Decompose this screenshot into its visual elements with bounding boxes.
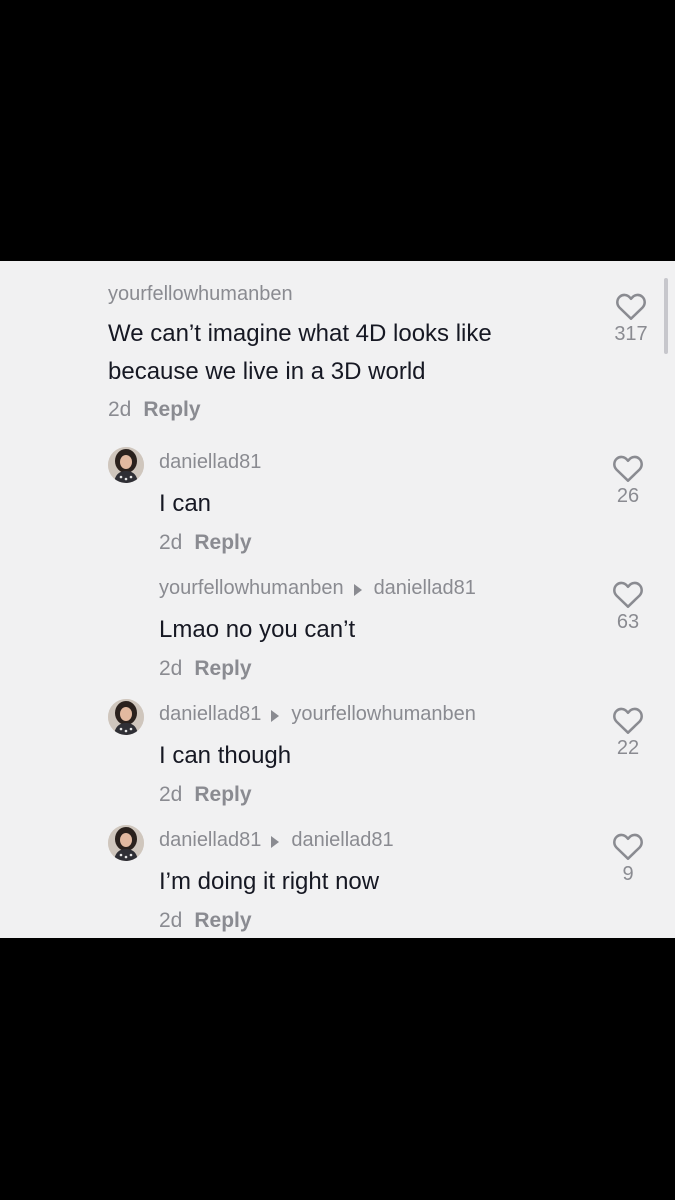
comment-username-line: yourfellowhumanben — [108, 283, 293, 306]
comment-username[interactable]: daniellad81 — [159, 829, 261, 852]
caret-right-icon — [271, 709, 280, 722]
comment-meta: 2d Reply — [159, 531, 252, 555]
comment-time: 2d — [159, 531, 183, 554]
comment-username-line: daniellad81 — [159, 451, 261, 474]
reply-button[interactable]: Reply — [194, 531, 251, 554]
like-button[interactable]: 317 — [607, 291, 655, 346]
like-button[interactable]: 26 — [604, 453, 652, 508]
comment-meta: 2d Reply — [108, 398, 201, 422]
comments-panel[interactable]: yourfellowhumanben We can’t imagine what… — [0, 261, 675, 938]
comment-text: I can — [159, 485, 211, 523]
heart-outline-icon — [613, 833, 643, 860]
comment-text: We can’t imagine what 4D looks like beca… — [108, 315, 492, 391]
reply-button[interactable]: Reply — [194, 657, 251, 680]
like-button[interactable]: 9 — [604, 831, 652, 886]
comment-text-line: We can’t imagine what 4D looks like — [108, 320, 492, 347]
comment-text: Lmao no you can’t — [159, 611, 355, 649]
avatar[interactable] — [108, 825, 144, 861]
comment-username-line: yourfellowhumanben daniellad81 — [159, 577, 476, 600]
comment-username[interactable]: daniellad81 — [159, 703, 261, 726]
comment-text-line: because we live in a 3D world — [108, 358, 426, 385]
comment-username-line: daniellad81 daniellad81 — [159, 829, 394, 852]
caret-right-icon — [353, 583, 362, 596]
like-count: 26 — [616, 485, 640, 507]
caret-right-icon — [271, 835, 280, 848]
comment-text-line: I can — [159, 490, 212, 517]
avatar[interactable] — [108, 699, 144, 735]
comment-meta: 2d Reply — [159, 783, 252, 807]
reply-button[interactable]: Reply — [194, 783, 251, 806]
comment-username-line: daniellad81 yourfellowhumanben — [159, 703, 476, 726]
comment-text-line: I can though — [159, 742, 292, 769]
avatar[interactable] — [108, 447, 144, 483]
comment-text-line: Lmao no you can’t — [159, 616, 356, 643]
like-button[interactable]: 22 — [604, 705, 652, 760]
heart-outline-icon — [616, 293, 646, 320]
like-count: 22 — [616, 737, 640, 759]
comment-text: I can though — [159, 737, 291, 775]
comment-text-line: I’m doing it right now — [159, 868, 380, 895]
heart-outline-icon — [613, 455, 643, 482]
like-count: 317 — [614, 323, 648, 345]
like-button[interactable]: 63 — [604, 579, 652, 634]
comment-username[interactable]: yourfellowhumanben — [108, 283, 293, 306]
comment-username[interactable]: daniellad81 — [159, 451, 261, 474]
reply-to-username[interactable]: daniellad81 — [291, 829, 393, 852]
comment-time: 2d — [159, 657, 183, 680]
comment-meta: 2d Reply — [159, 909, 252, 933]
heart-outline-icon — [613, 707, 643, 734]
like-count: 9 — [622, 863, 634, 885]
reply-button[interactable]: Reply — [194, 909, 251, 932]
screen: yourfellowhumanben We can’t imagine what… — [0, 0, 675, 1200]
reply-button[interactable]: Reply — [143, 398, 200, 421]
comment-meta: 2d Reply — [159, 657, 252, 681]
reply-to-username[interactable]: yourfellowhumanben — [291, 703, 476, 726]
comment-username[interactable]: yourfellowhumanben — [159, 577, 344, 600]
comment-time: 2d — [159, 909, 183, 932]
comment-time: 2d — [108, 398, 132, 421]
reply-to-username[interactable]: daniellad81 — [374, 577, 476, 600]
scrollbar[interactable] — [664, 278, 668, 354]
comment-time: 2d — [159, 783, 183, 806]
comment-text: I’m doing it right now — [159, 863, 379, 901]
heart-outline-icon — [613, 581, 643, 608]
like-count: 63 — [616, 611, 640, 633]
